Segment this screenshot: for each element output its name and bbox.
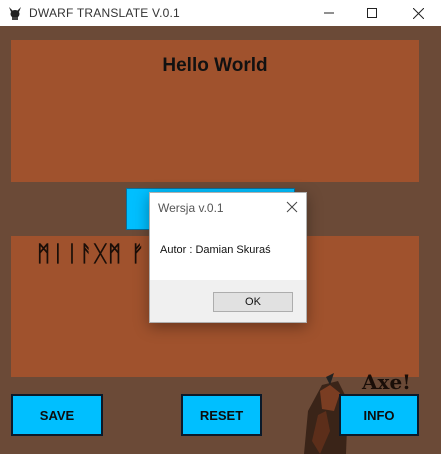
reset-button[interactable]: RESET [181, 394, 262, 436]
version-dialog: Wersja v.0.1 Autor : Damian Skuraś OK [149, 192, 307, 323]
horned-helmet-icon [7, 5, 23, 21]
close-icon [286, 201, 298, 213]
save-button[interactable]: SAVE [11, 394, 103, 436]
dialog-body: Autor : Damian Skuraś [150, 223, 306, 280]
dialog-footer: OK [150, 280, 306, 322]
dialog-title: Wersja v.0.1 [158, 201, 224, 215]
minimize-icon [324, 12, 334, 14]
close-icon [412, 7, 424, 19]
window-title: DWARF TRANSLATE V.0.1 [29, 6, 180, 20]
title-bar[interactable]: DWARF TRANSLATE V.0.1 [0, 0, 441, 26]
info-button[interactable]: INFO [339, 394, 419, 436]
dialog-message: Autor : Damian Skuraś [160, 244, 271, 256]
ok-button[interactable]: OK [213, 292, 293, 312]
dialog-close-button[interactable] [284, 199, 300, 215]
axe-caption: Axe! [361, 371, 411, 394]
maximize-icon [367, 8, 377, 18]
minimize-button[interactable] [306, 0, 352, 26]
input-text-panel[interactable]: Hello World [11, 40, 419, 182]
maximize-button[interactable] [349, 0, 395, 26]
close-window-button[interactable] [395, 0, 441, 26]
input-text[interactable]: Hello World [11, 55, 419, 77]
